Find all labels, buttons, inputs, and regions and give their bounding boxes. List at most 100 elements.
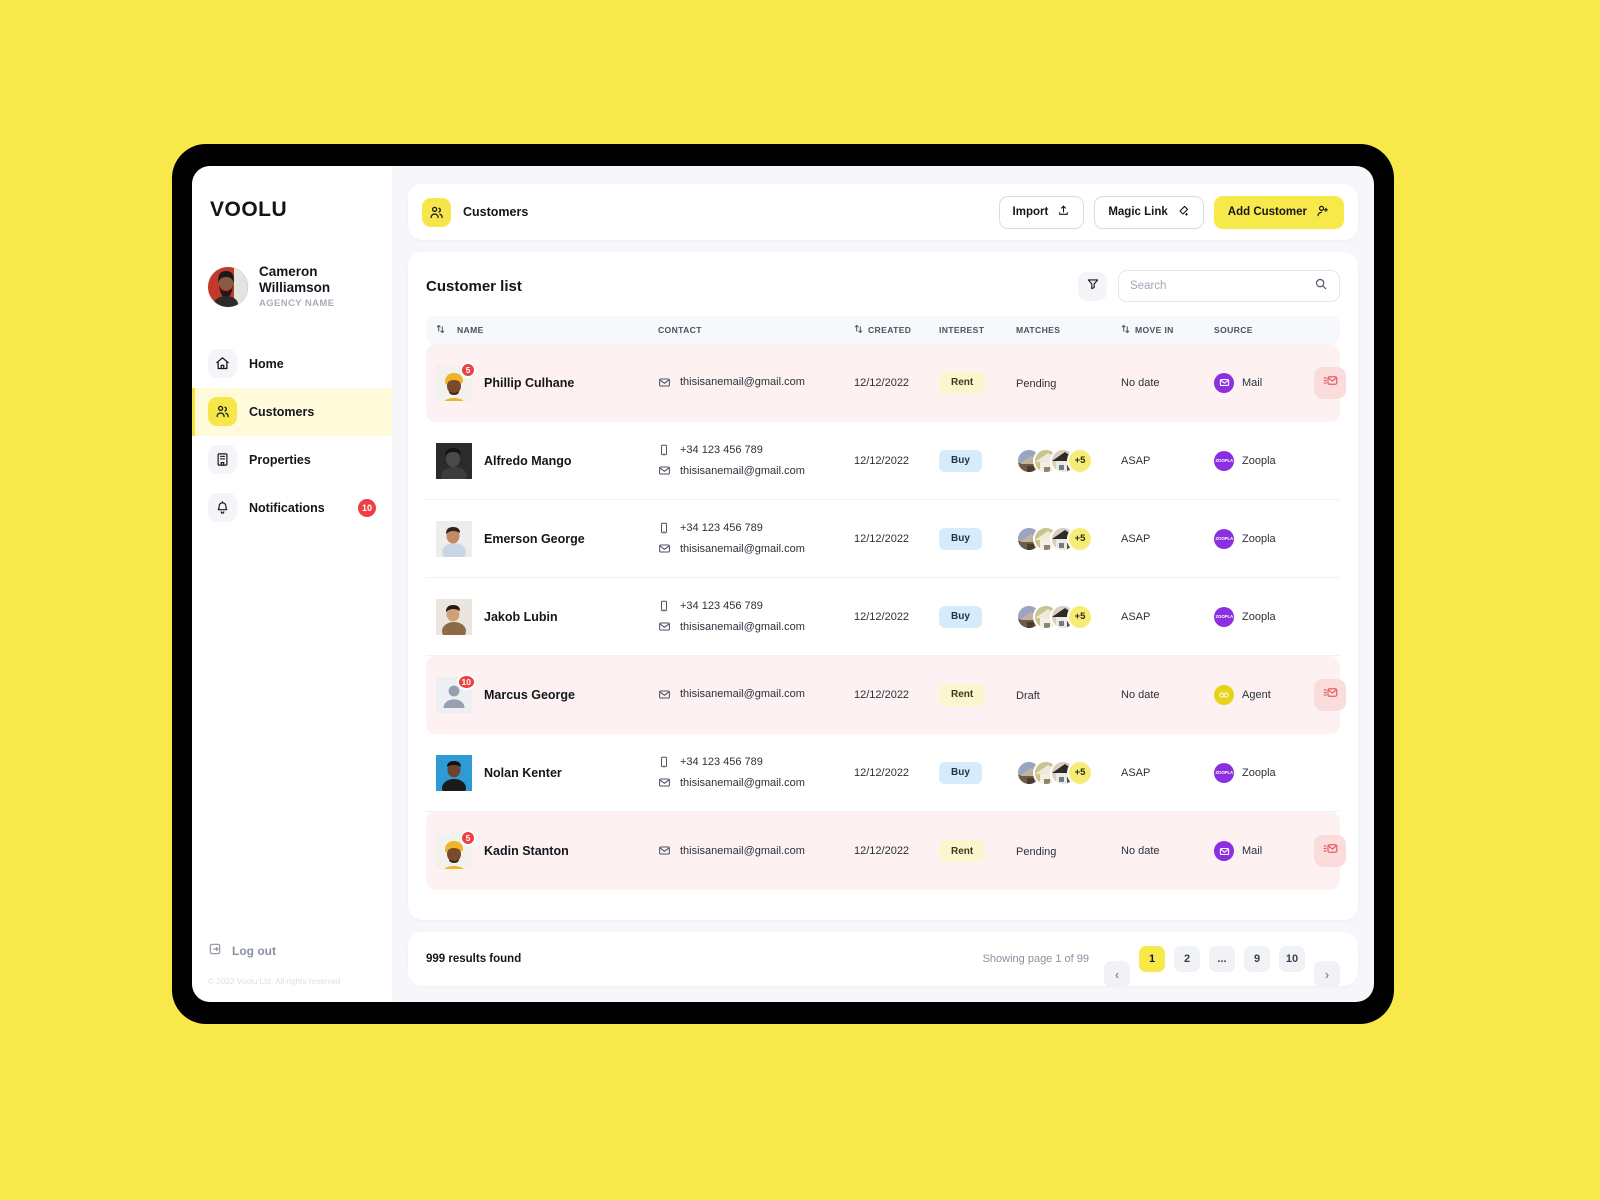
interest-badge: Buy (939, 605, 982, 628)
sidebar: VOOLU Cameron Williamson AGENCY NAME Hom… (192, 166, 392, 1002)
sort-icon (1121, 324, 1130, 336)
top-bar-actions: Import Magic Link Add Customer (998, 195, 1344, 229)
search-icon[interactable] (1314, 277, 1328, 296)
cell-matches: +5 (1016, 603, 1121, 630)
customer-list-panel: Customer list Search NAME CONTACT CREATE… (408, 252, 1358, 920)
users-icon (422, 197, 451, 227)
pagination-page[interactable]: 10 (1279, 946, 1305, 972)
customer-name: Marcus George (484, 687, 576, 702)
building-icon (208, 445, 237, 475)
pagination-next[interactable]: › (1314, 961, 1340, 987)
zoopla-logo-icon: ZOOPLA (1214, 606, 1234, 627)
row-avatar (436, 520, 472, 557)
table-row[interactable]: 10 Marcus George thisisanemail@gmail.com… (426, 656, 1346, 734)
cell-move-in: No date (1121, 376, 1160, 389)
cell-created: 12/12/2022 (854, 376, 910, 389)
search-input[interactable] (1130, 280, 1314, 292)
cell-source: ZOOPLA Zoopla (1214, 762, 1314, 783)
profile-card[interactable]: Cameron Williamson AGENCY NAME (192, 222, 392, 310)
match-overflow-count: +5 (1067, 759, 1093, 786)
row-avatar-wrap (436, 754, 472, 791)
cell-matches: +5 (1016, 759, 1121, 786)
sidebar-item-notifications[interactable]: Notifications 10 (192, 484, 392, 532)
contact-email: thisisanemail@gmail.com (658, 841, 854, 862)
send-mail-button[interactable] (1314, 366, 1346, 399)
cell-move-in: ASAP (1121, 610, 1151, 623)
row-avatar-wrap: 5 (436, 830, 476, 869)
match-avatars[interactable]: +5 (1016, 447, 1121, 474)
match-overflow-count: +5 (1067, 603, 1093, 630)
table-row[interactable]: 5 Phillip Culhane thisisanemail@gmail.co… (426, 344, 1346, 422)
cell-matches: +5 (1016, 447, 1121, 474)
phone-icon (658, 756, 672, 768)
column-header-move-in[interactable]: MOVE IN (1121, 324, 1214, 336)
customer-name: Jakob Lubin (484, 609, 558, 624)
table-row[interactable]: Alfredo Mango +34 123 456 789 thisisanema… (426, 422, 1340, 500)
match-avatars[interactable]: +5 (1016, 759, 1121, 786)
cell-actions (1314, 678, 1346, 711)
showing-page-label: Showing page 1 of 99 (982, 953, 1089, 965)
cell-interest: Buy (939, 761, 1016, 784)
phone-icon (658, 522, 672, 534)
source-name: Agent (1242, 688, 1271, 701)
sidebar-item-customers[interactable]: Customers (192, 387, 392, 436)
row-avatar-wrap (436, 598, 472, 635)
row-avatar-wrap (436, 442, 472, 479)
interest-badge: Buy (939, 761, 982, 784)
source-name: Zoopla (1242, 454, 1276, 467)
table-row[interactable]: Jakob Lubin +34 123 456 789 thisisanemail… (426, 578, 1340, 656)
column-header-matches: MATCHES (1016, 325, 1121, 335)
phone-icon (658, 600, 672, 612)
source-wrap: Mail (1214, 841, 1314, 861)
sidebar-item-home[interactable]: Home (192, 340, 392, 388)
import-button[interactable]: Import (998, 195, 1085, 229)
cell-matches: Pending (1016, 374, 1121, 392)
pagination-page[interactable]: 2 (1174, 946, 1200, 972)
magic-link-button[interactable]: Magic Link (1094, 195, 1204, 229)
match-avatars[interactable]: +5 (1016, 603, 1121, 630)
cell-created: 12/12/2022 (854, 454, 910, 467)
sidebar-item-properties[interactable]: Properties (192, 436, 392, 484)
column-header-name[interactable]: NAME (436, 324, 658, 336)
sidebar-item-label: Properties (249, 452, 311, 467)
source-wrap: Agent (1214, 684, 1314, 705)
cell-interest: Rent (939, 683, 1016, 706)
zoopla-logo-icon: ZOOPLA (1214, 528, 1234, 549)
match-overflow-count: +5 (1067, 525, 1093, 552)
cell-contact: +34 123 456 789 thisisanemail@gmail.com (658, 596, 854, 638)
email-icon (658, 464, 672, 477)
cell-name: 5 Phillip Culhane (436, 361, 658, 401)
contact-email: thisisanemail@gmail.com (658, 684, 854, 705)
cell-contact: +34 123 456 789 thisisanemail@gmail.com (658, 752, 854, 794)
row-avatar-wrap: 5 (436, 361, 476, 401)
users-icon (208, 397, 237, 427)
send-mail-button[interactable] (1314, 678, 1346, 711)
sidebar-item-label: Customers (249, 404, 315, 419)
user-avatar-icon (208, 266, 248, 307)
logout-button[interactable]: Log out (208, 936, 376, 965)
pagination-prev[interactable]: ‹ (1104, 961, 1130, 987)
send-mail-button[interactable] (1314, 835, 1346, 867)
cell-interest: Rent (939, 371, 1016, 394)
column-header-created[interactable]: CREATED (854, 324, 939, 336)
table-row[interactable]: 5 Kadin Stanton thisisanemail@gmail.com … (426, 812, 1346, 890)
cell-actions (1314, 835, 1346, 867)
cell-created: 12/12/2022 (854, 766, 910, 779)
table-row[interactable]: Nolan Kenter +34 123 456 789 thisisanemai… (426, 734, 1340, 812)
home-icon (208, 349, 237, 379)
match-avatars[interactable]: +5 (1016, 525, 1121, 552)
filter-button[interactable] (1078, 271, 1107, 301)
table-row[interactable]: Emerson George +34 123 456 789 thisisanem… (426, 500, 1340, 578)
pagination-page[interactable]: 1 (1139, 946, 1165, 972)
row-badge: 5 (460, 361, 476, 378)
cell-source: Mail (1214, 841, 1314, 861)
cell-name: 10 Marcus George (436, 673, 658, 713)
add-customer-button[interactable]: Add Customer (1213, 195, 1344, 229)
panel-tools (1078, 270, 1340, 302)
pagination-buttons: ‹ 1 2... 9 10 › (1104, 931, 1340, 987)
pagination-page[interactable]: 9 (1244, 946, 1270, 972)
search-box[interactable] (1118, 270, 1340, 302)
row-avatar (436, 442, 472, 479)
avatar (208, 266, 248, 307)
page-title: Customers (463, 205, 529, 219)
